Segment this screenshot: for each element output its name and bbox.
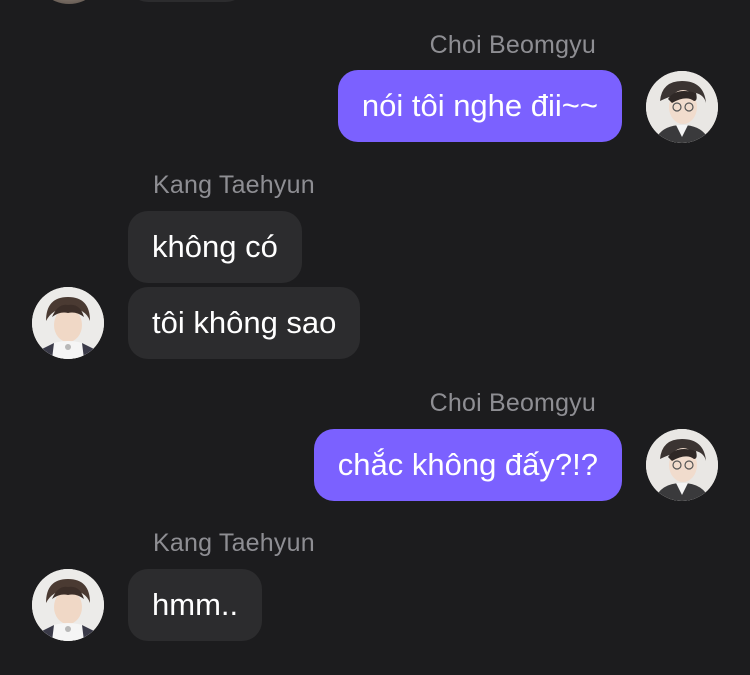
avatar-taehyun[interactable] xyxy=(32,569,104,641)
sender-name: Kang Taehyun xyxy=(153,529,315,557)
message-bubble-incoming[interactable] xyxy=(128,0,246,2)
sender-name: Kang Taehyun xyxy=(153,171,315,199)
message-bubble-incoming[interactable]: không có xyxy=(128,211,302,283)
sender-name: Choi Beomgyu xyxy=(429,31,596,59)
message-text: tôi không sao xyxy=(152,305,337,340)
message-bubble-incoming[interactable]: hmm.. xyxy=(128,569,263,641)
person-photo-icon xyxy=(32,287,104,359)
avatar-taehyun[interactable] xyxy=(32,287,104,359)
chat-thread: Choi Beomgyu nói tôi nghe đii~~ Kang Tae… xyxy=(0,0,750,675)
message-text: không có xyxy=(152,229,278,264)
avatar-beomgyu[interactable] xyxy=(646,71,718,143)
message-bubble-outgoing[interactable]: nói tôi nghe đii~~ xyxy=(337,70,622,142)
message-text: hmm.. xyxy=(152,587,239,622)
sender-name: Choi Beomgyu xyxy=(429,389,596,417)
message-bubble-incoming[interactable]: tôi không sao xyxy=(128,287,361,359)
message-text: nói tôi nghe đii~~ xyxy=(361,88,598,123)
avatar[interactable] xyxy=(34,0,104,4)
person-photo-icon xyxy=(646,71,718,143)
avatar-beomgyu[interactable] xyxy=(646,429,718,501)
message-text: chắc không đấy?!? xyxy=(337,447,598,482)
message-bubble-outgoing[interactable]: chắc không đấy?!? xyxy=(313,429,622,501)
person-photo-icon xyxy=(32,569,104,641)
person-photo-icon xyxy=(646,429,718,501)
